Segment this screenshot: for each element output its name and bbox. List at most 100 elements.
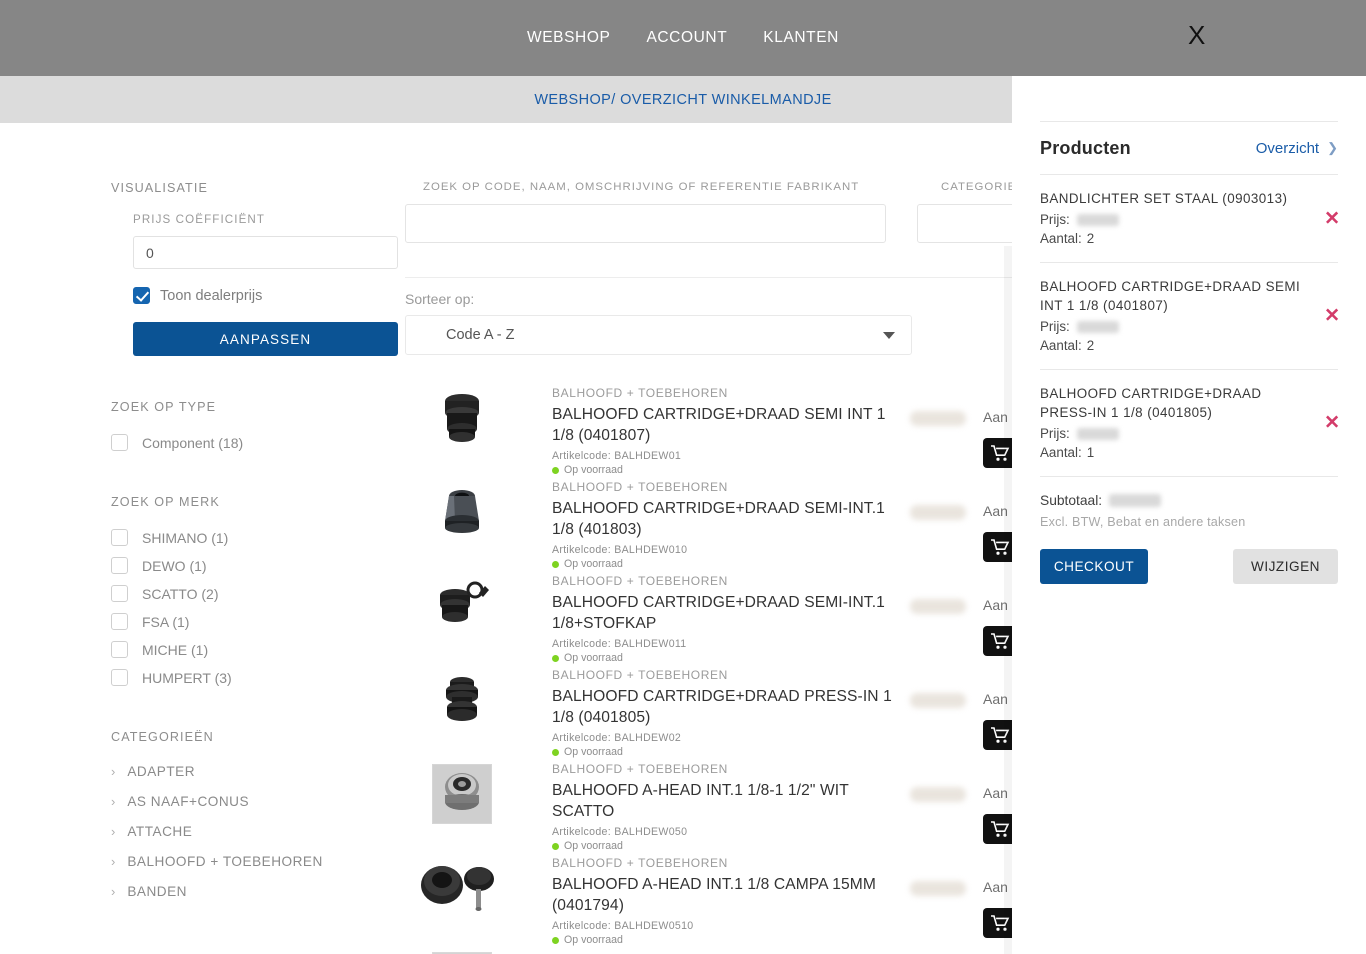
cart-item-price-label: Prijs: [1040, 426, 1070, 441]
humpert-checkbox[interactable] [111, 669, 128, 686]
shimano-checkbox[interactable] [111, 529, 128, 546]
cart-item-price-label: Prijs: [1040, 319, 1070, 334]
category-item-balhoofd-toebehoren[interactable]: › BALHOOFD + TOEBEHOREN [111, 854, 401, 869]
product-code-label: Artikelcode: [552, 450, 611, 462]
filter-item-scatto[interactable]: SCATTO (2) [111, 585, 401, 602]
product-title[interactable]: BALHOOFD CARTRIDGE+DRAAD PRESS-IN 1 1/8 … [552, 686, 892, 728]
chevron-right-icon: › [111, 764, 116, 779]
price-coefficient-input[interactable] [133, 236, 398, 269]
cart-subtotal: Subtotaal: [1040, 493, 1338, 508]
filter-item-dewo[interactable]: DEWO (1) [111, 557, 401, 574]
brand-filter-title: ZOEK OP MERK [111, 495, 220, 509]
filter-item-component[interactable]: Component (18) [111, 434, 401, 451]
product-code-label: Artikelcode: [552, 826, 611, 838]
product-stock: Op voorraad [552, 558, 623, 570]
product-list: BALHOOFD + TOEBEHOREN BALHOOFD CARTRIDGE… [405, 386, 1025, 954]
product-thumbnail-headset-cartridge [432, 388, 492, 448]
stock-dot-icon [552, 654, 559, 662]
cart-item-name[interactable]: BANDLICHTER SET STAAL (0903013) [1040, 189, 1302, 208]
product-row[interactable]: BALHOOFD + TOEBEHOREN BALHOOFD A-HEAD IN… [405, 856, 1025, 950]
product-title[interactable]: BALHOOFD CARTRIDGE+DRAAD SEMI-INT.1 1/8+… [552, 592, 892, 634]
filter-item-miche[interactable]: MICHE (1) [111, 641, 401, 658]
product-stock: Op voorraad [552, 652, 623, 664]
component-checkbox[interactable] [111, 434, 128, 451]
cart-item-price: Prijs: [1040, 212, 1338, 227]
category-item-attache[interactable]: › ATTACHE [111, 824, 401, 839]
product-price-masked [910, 693, 966, 708]
product-price-masked [910, 505, 966, 520]
product-category: BALHOOFD + TOEBEHOREN [552, 480, 728, 494]
cart-item-price-masked [1076, 320, 1119, 333]
category-filter-input[interactable] [917, 204, 1025, 243]
sort-controls: Sorteer op: Code A - Z [405, 291, 915, 355]
product-stock-label: Op voorraad [564, 652, 623, 664]
product-title[interactable]: BALHOOFD A-HEAD INT.1 1/8-1 1/2" WIT SCA… [552, 780, 892, 822]
product-code: Artikelcode: BALHDEW0510 [552, 920, 693, 932]
cart-panel-inner: Producten Overzicht ❯ BANDLICHTER SET ST… [1012, 121, 1366, 584]
component-label: Component (18) [142, 434, 244, 451]
remove-item-icon[interactable]: ✕ [1324, 307, 1340, 326]
filter-item-shimano[interactable]: SHIMANO (1) [111, 529, 401, 546]
modify-cart-button[interactable]: WIJZIGEN [1233, 549, 1338, 584]
product-row[interactable] [405, 950, 1025, 954]
chevron-right-icon: › [111, 854, 116, 869]
cart-item-price-masked [1076, 213, 1119, 226]
product-title[interactable]: BALHOOFD CARTRIDGE+DRAAD SEMI-INT.1 1/8 … [552, 498, 892, 540]
product-stock: Op voorraad [552, 934, 623, 946]
cart-subtotal-masked [1109, 494, 1162, 507]
category-item-as-naaf-conus[interactable]: › AS NAAF+CONUS [111, 794, 401, 809]
category-label: BANDEN [127, 884, 187, 899]
search-input[interactable] [405, 204, 886, 243]
checkout-button[interactable]: CHECKOUT [1040, 549, 1148, 584]
product-title[interactable]: BALHOOFD CARTRIDGE+DRAAD SEMI INT 1 1/8 … [552, 404, 892, 446]
cart-item-qty: Aantal: 2 [1040, 338, 1338, 353]
cart-header: Producten Overzicht ❯ [1040, 122, 1338, 174]
sort-select[interactable]: Code A - Z [405, 315, 912, 355]
cart-item-name[interactable]: BALHOOFD CARTRIDGE+DRAAD PRESS-IN 1 1/8 … [1040, 384, 1302, 422]
filters-sidebar: VISUALISATIE PRIJS COËFFICIËNT Toon deal… [111, 181, 401, 914]
product-row[interactable]: BALHOOFD + TOEBEHOREN BALHOOFD A-HEAD IN… [405, 762, 1025, 856]
dewo-label: DEWO (1) [142, 557, 207, 574]
filter-item-humpert[interactable]: HUMPERT (3) [111, 669, 401, 686]
product-title[interactable]: BALHOOFD A-HEAD INT.1 1/8 CAMPA 15MM (04… [552, 874, 892, 916]
shimano-label: SHIMANO (1) [142, 529, 229, 546]
category-label: ATTACHE [127, 824, 193, 839]
category-item-banden[interactable]: › BANDEN [111, 884, 401, 899]
cart-item-price-label: Prijs: [1040, 212, 1070, 227]
show-dealer-price-checkbox[interactable] [133, 287, 150, 304]
cart-item-qty-value: 2 [1086, 231, 1095, 246]
product-row[interactable]: BALHOOFD + TOEBEHOREN BALHOOFD CARTRIDGE… [405, 574, 1025, 668]
show-dealer-price-row[interactable]: Toon dealerprijs [133, 287, 401, 304]
main-navigation: WEBSHOP ACCOUNT KLANTEN [0, 0, 1366, 76]
chevron-right-icon: › [111, 794, 116, 809]
visualisation-title: VISUALISATIE [111, 181, 208, 195]
cart-overview-link[interactable]: Overzicht ❯ [1256, 140, 1338, 157]
cart-item-qty-value: 2 [1086, 338, 1095, 353]
remove-item-icon[interactable]: ✕ [1324, 209, 1340, 228]
scatto-checkbox[interactable] [111, 585, 128, 602]
apply-button[interactable]: AANPASSEN [133, 322, 398, 356]
stock-dot-icon [552, 842, 559, 850]
nav-item-klanten[interactable]: KLANTEN [763, 29, 839, 47]
close-icon[interactable]: X [1188, 22, 1205, 48]
product-row[interactable]: BALHOOFD + TOEBEHOREN BALHOOFD CARTRIDGE… [405, 480, 1025, 574]
overlay-scrim[interactable] [1004, 246, 1012, 954]
filter-item-fsa[interactable]: FSA (1) [111, 613, 401, 630]
product-row[interactable]: BALHOOFD + TOEBEHOREN BALHOOFD CARTRIDGE… [405, 386, 1025, 480]
divider [405, 277, 1025, 278]
type-filter-title: ZOEK OP TYPE [111, 400, 217, 414]
categories-title: CATEGORIEËN [111, 730, 214, 744]
remove-item-icon[interactable]: ✕ [1324, 414, 1340, 433]
product-category: BALHOOFD + TOEBEHOREN [552, 668, 728, 682]
miche-checkbox[interactable] [111, 641, 128, 658]
cart-subtotal-label: Subtotaal: [1040, 493, 1103, 508]
breadcrumb[interactable]: WEBSHOP/ OVERZICHT WINKELMANDJE [534, 92, 831, 108]
category-item-adapter[interactable]: › ADAPTER [111, 764, 401, 779]
fsa-checkbox[interactable] [111, 613, 128, 630]
nav-item-webshop[interactable]: WEBSHOP [527, 29, 610, 47]
product-code: Artikelcode: BALHDEW010 [552, 544, 687, 556]
cart-item-name[interactable]: BALHOOFD CARTRIDGE+DRAAD SEMI INT 1 1/8 … [1040, 277, 1302, 315]
product-row[interactable]: BALHOOFD + TOEBEHOREN BALHOOFD CARTRIDGE… [405, 668, 1025, 762]
nav-item-account[interactable]: ACCOUNT [646, 29, 727, 47]
dewo-checkbox[interactable] [111, 557, 128, 574]
